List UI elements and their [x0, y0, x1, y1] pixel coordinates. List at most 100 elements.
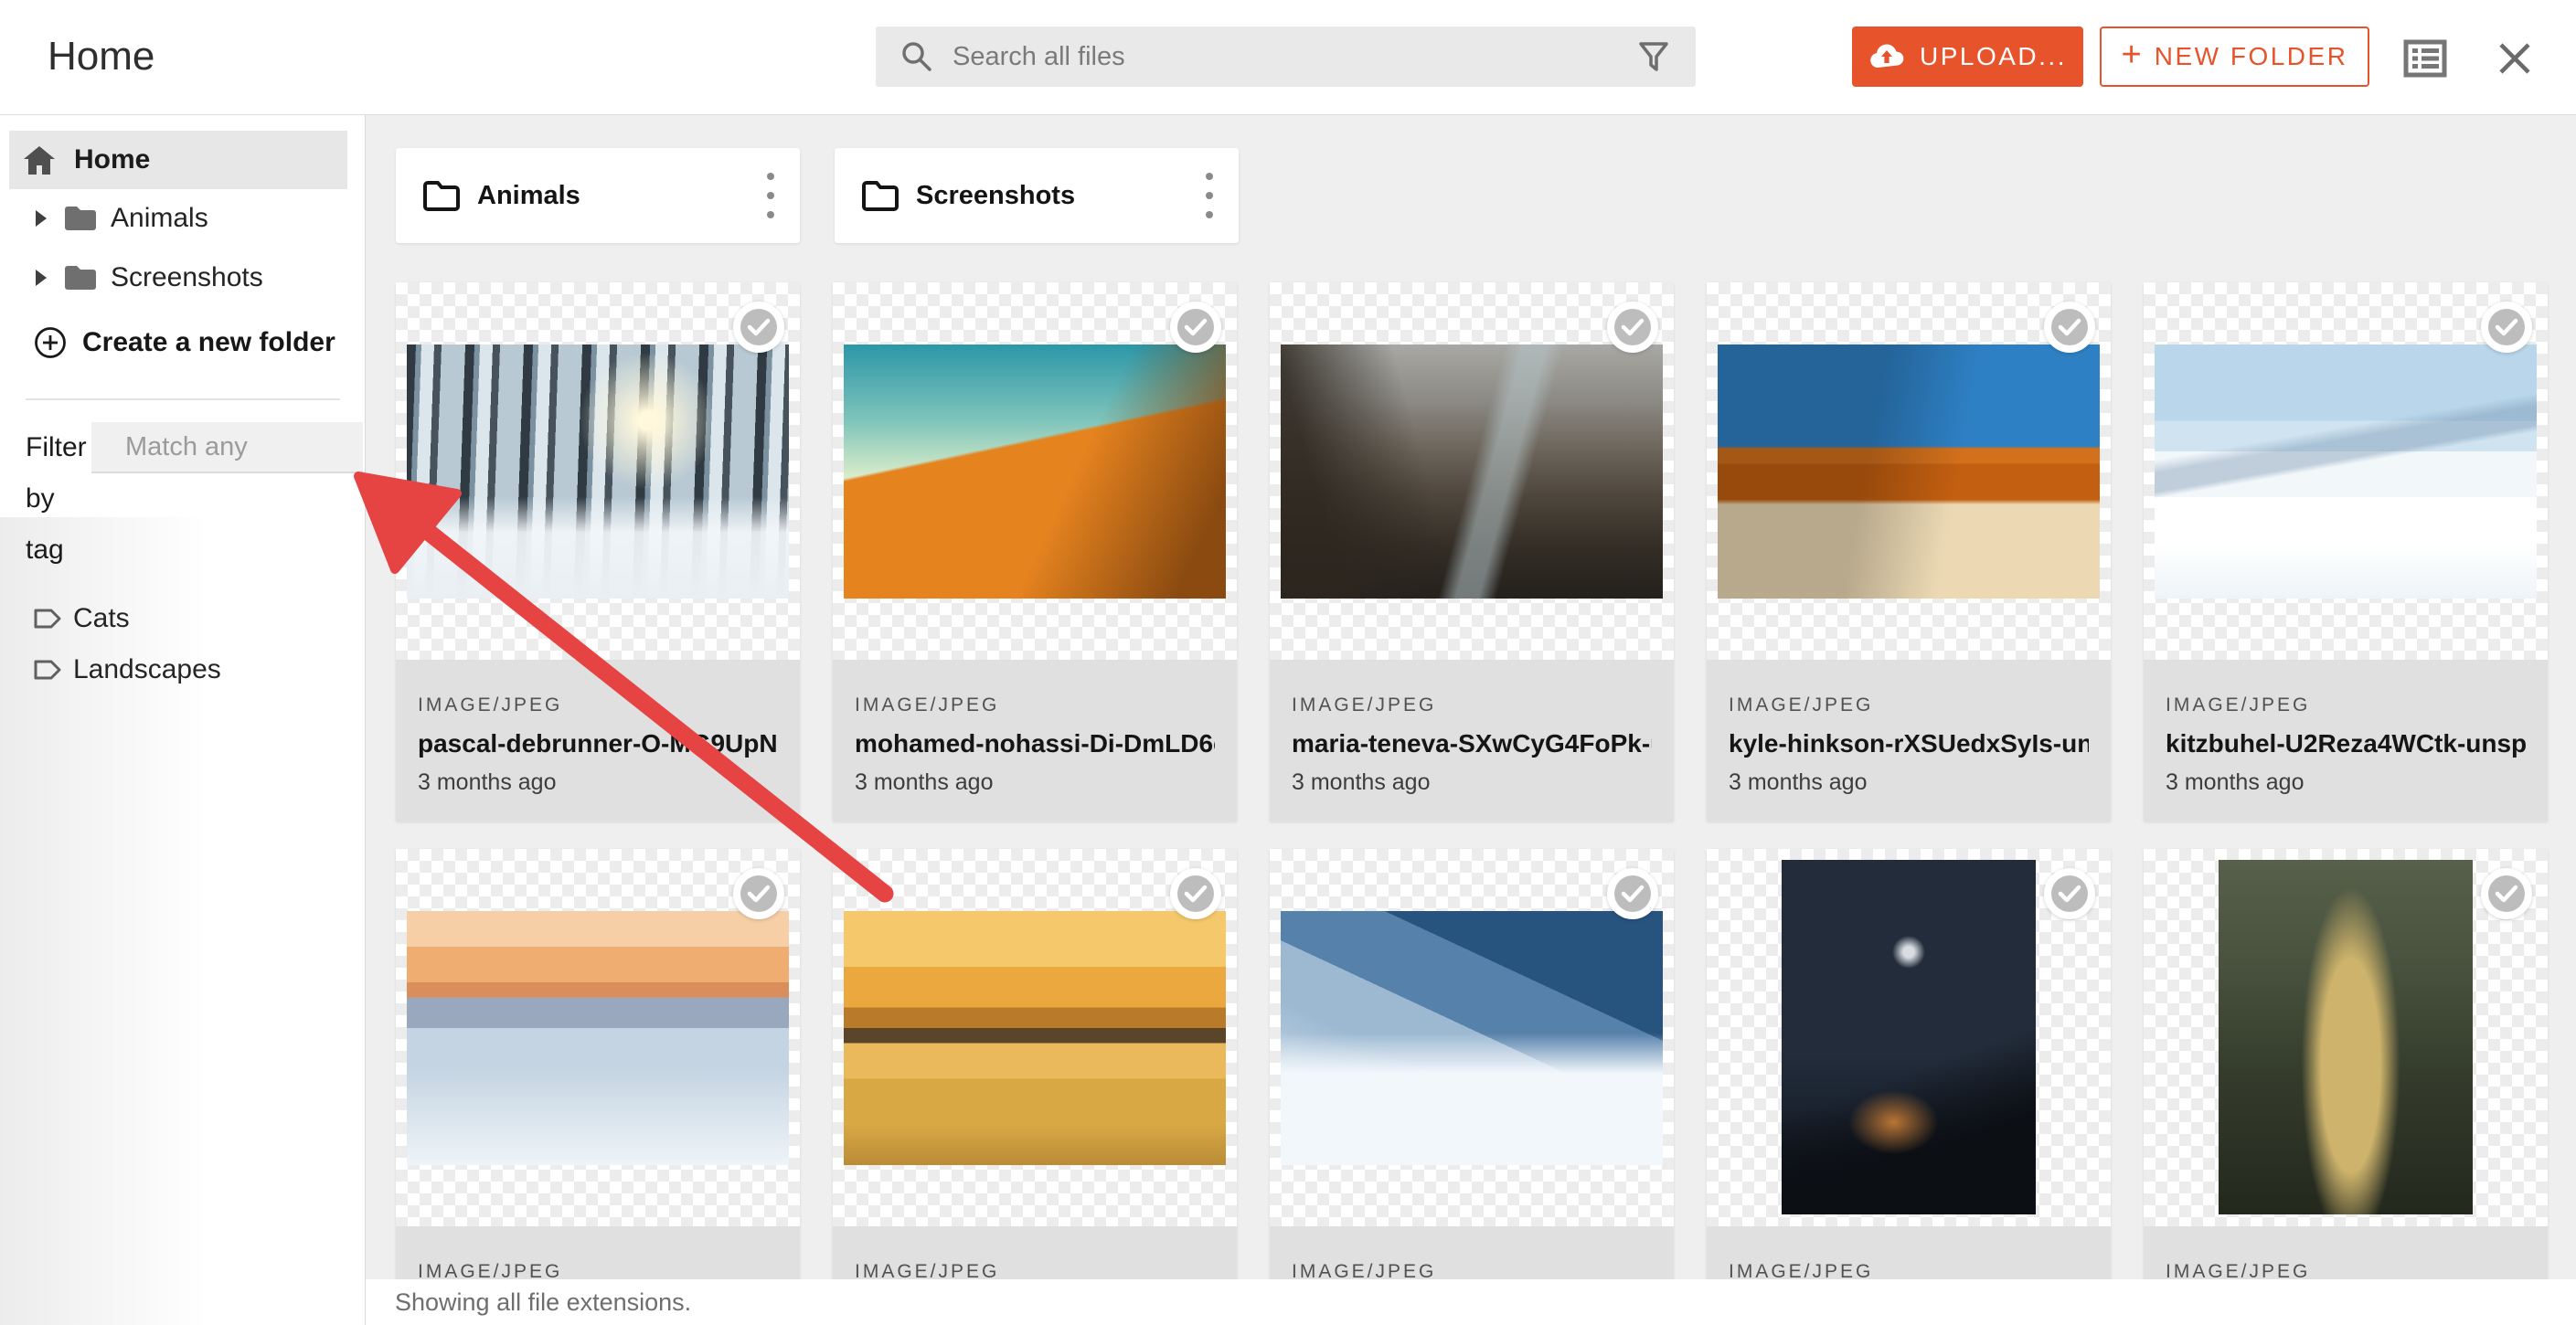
new-folder-button[interactable]: + NEW FOLDER [2100, 26, 2369, 87]
caret-right-icon [34, 208, 48, 228]
file-card[interactable]: IMAGE/JPEG [1707, 849, 2111, 1325]
select-check-badge[interactable] [1607, 302, 1658, 353]
folder-outline-icon [861, 179, 899, 212]
check-icon [740, 875, 777, 912]
file-age: 3 months ago [1292, 769, 1652, 796]
close-icon [2496, 40, 2533, 77]
check-icon [740, 309, 777, 345]
funnel-icon [1637, 40, 1670, 73]
file-card[interactable]: IMAGE/JPEG [1270, 849, 1674, 1325]
file-card[interactable]: IMAGE/JPEG [396, 849, 800, 1325]
check-icon [2051, 875, 2088, 912]
file-name: kitzbuhel-U2Reza4WCtk-unsplas... [2166, 729, 2526, 758]
sidebar-folder-label: Screenshots [111, 262, 263, 293]
main-content: Animals Screenshots [366, 115, 2576, 1325]
list-view-toggle-button[interactable] [2402, 37, 2448, 80]
tag-icon [33, 607, 62, 631]
sidebar-item-home[interactable]: Home [9, 131, 347, 189]
cloud-upload-icon [1868, 43, 1905, 70]
folder-card-name: Animals [477, 181, 750, 211]
check-icon [1177, 875, 1214, 912]
folder-card-screenshots[interactable]: Screenshots [835, 148, 1239, 243]
file-meta: IMAGE/JPEG kyle-hinkson-rXSUedxSyIs-unsp… [1707, 660, 2111, 822]
folder-menu-button[interactable] [750, 168, 791, 223]
select-check-badge[interactable] [1607, 868, 1658, 919]
circle-plus-icon [33, 325, 68, 360]
file-type: IMAGE/JPEG [418, 694, 778, 716]
select-check-badge[interactable] [733, 302, 784, 353]
search-filter-button[interactable] [1634, 37, 1674, 77]
close-button[interactable] [2492, 37, 2538, 80]
file-grid-row-2: IMAGE/JPEG IMAGE/JPEG [396, 849, 2548, 1325]
search-bar [876, 26, 1696, 87]
file-age: 3 months ago [1729, 769, 2089, 796]
tag-item-landscapes[interactable]: Landscapes [0, 643, 366, 696]
check-icon [2488, 309, 2525, 345]
sidebar-folder-screenshots[interactable]: Screenshots [0, 249, 366, 306]
new-folder-label: NEW FOLDER [2155, 42, 2348, 71]
home-icon [23, 145, 56, 175]
tag-item-cats[interactable]: Cats [0, 592, 366, 645]
plus-icon: + [2122, 36, 2142, 75]
file-card[interactable]: IMAGE/JPEG maria-teneva-SXwCyG4FoPk-uns.… [1270, 282, 1674, 822]
tag-label: Cats [73, 603, 130, 634]
sidebar-divider [26, 398, 340, 400]
folder-cards-row: Animals Screenshots [396, 148, 1239, 243]
select-check-badge[interactable] [1170, 302, 1221, 353]
sidebar-home-label: Home [74, 144, 150, 175]
file-type: IMAGE/JPEG [1729, 694, 2089, 716]
select-check-badge[interactable] [2481, 868, 2532, 919]
file-age: 3 months ago [855, 769, 1215, 796]
check-icon [1614, 309, 1651, 345]
list-view-icon [2403, 39, 2447, 78]
search-icon [899, 39, 934, 74]
status-text: Showing all file extensions. [395, 1288, 691, 1317]
sidebar-folder-label: Animals [111, 203, 208, 234]
folder-icon [63, 264, 98, 292]
tag-match-mode-select[interactable]: Match any [91, 422, 363, 473]
file-card[interactable]: IMAGE/JPEG mohamed-nohassi-Di-DmLD6cW8..… [833, 282, 1237, 822]
check-icon [2488, 875, 2525, 912]
file-card[interactable]: IMAGE/JPEG [833, 849, 1237, 1325]
file-card[interactable]: IMAGE/JPEG [2144, 849, 2548, 1325]
create-new-folder-label: Create a new folder [82, 327, 335, 358]
upload-button[interactable]: UPLOAD... [1852, 26, 2083, 87]
file-card[interactable]: IMAGE/JPEG pascal-debrunner-O-MG9UpNKgI.… [396, 282, 800, 822]
file-meta: IMAGE/JPEG mohamed-nohassi-Di-DmLD6cW8..… [833, 660, 1237, 822]
file-type: IMAGE/JPEG [855, 694, 1215, 716]
file-manager-app: Home UPLOAD... + NEW FOLDER [0, 0, 2576, 1325]
select-check-badge[interactable] [2481, 302, 2532, 353]
check-icon [2051, 309, 2088, 345]
select-check-badge[interactable] [2044, 302, 2095, 353]
folder-card-animals[interactable]: Animals [396, 148, 800, 243]
file-name: maria-teneva-SXwCyG4FoPk-uns... [1292, 729, 1652, 758]
create-new-folder-button[interactable]: Create a new folder [0, 314, 366, 371]
filter-by-tag-label: Filter by tag [26, 422, 91, 576]
sidebar: Home Animals Screenshots [0, 115, 366, 1325]
select-check-badge[interactable] [733, 868, 784, 919]
upload-label: UPLOAD... [1920, 42, 2067, 71]
search-input[interactable] [934, 42, 1634, 72]
file-type: IMAGE/JPEG [2166, 694, 2526, 716]
tag-filter-section: Filter by tag Match any [26, 422, 364, 576]
folder-menu-button[interactable] [1189, 168, 1229, 223]
page-title: Home [48, 34, 154, 80]
file-grid-row-1: IMAGE/JPEG pascal-debrunner-O-MG9UpNKgI.… [396, 282, 2548, 822]
check-icon [1614, 875, 1651, 912]
file-meta: IMAGE/JPEG pascal-debrunner-O-MG9UpNKgI.… [396, 660, 800, 822]
file-meta: IMAGE/JPEG kitzbuhel-U2Reza4WCtk-unsplas… [2144, 660, 2548, 822]
folder-icon [63, 205, 98, 232]
check-icon [1177, 309, 1214, 345]
tag-label: Landscapes [73, 654, 221, 685]
file-card[interactable]: IMAGE/JPEG kyle-hinkson-rXSUedxSyIs-unsp… [1707, 282, 2111, 822]
file-age: 3 months ago [418, 769, 778, 796]
file-age: 3 months ago [2166, 769, 2526, 796]
select-check-badge[interactable] [1170, 868, 1221, 919]
folder-card-name: Screenshots [916, 181, 1189, 211]
file-type: IMAGE/JPEG [1292, 694, 1652, 716]
file-name: mohamed-nohassi-Di-DmLD6cW8... [855, 729, 1215, 758]
caret-right-icon [34, 268, 48, 288]
sidebar-folder-animals[interactable]: Animals [0, 190, 366, 247]
select-check-badge[interactable] [2044, 868, 2095, 919]
file-card[interactable]: IMAGE/JPEG kitzbuhel-U2Reza4WCtk-unsplas… [2144, 282, 2548, 822]
